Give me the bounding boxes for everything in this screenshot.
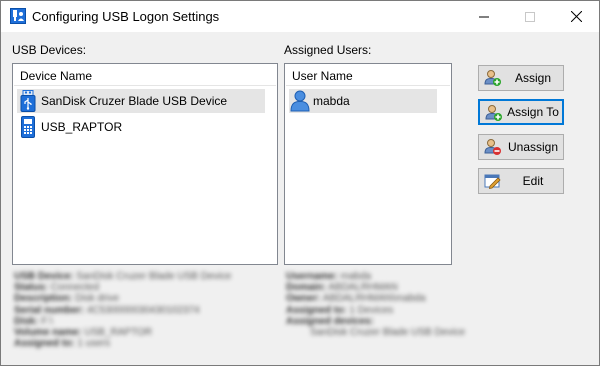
minimize-icon <box>479 16 489 17</box>
user-icon <box>290 90 310 112</box>
assigned-users-list[interactable]: User Name mabda <box>284 63 452 265</box>
device-label: SanDisk Cruzer Blade USB Device <box>41 94 228 108</box>
maximize-icon <box>525 11 535 22</box>
device-row-sandisk[interactable]: SanDisk Cruzer Blade USB Device <box>17 89 265 113</box>
detail-row: Domain: ABDALRHMAN <box>286 282 398 294</box>
detail-row: Status: Connected <box>14 282 100 294</box>
usb-device-icon <box>21 116 35 138</box>
detail-row: Username: mabda <box>286 271 372 282</box>
detail-row: SanDisk Cruzer Blade USB Device <box>310 326 466 338</box>
user-name-header-label: User Name <box>292 69 353 83</box>
user-remove-icon <box>484 139 501 155</box>
usb-drive-icon <box>20 90 36 112</box>
device-label: USB_RAPTOR <box>41 120 123 134</box>
detail-row: USB Device: SanDisk Cruzer Blade USB Dev… <box>14 271 232 282</box>
user-name-column-header[interactable]: User Name <box>286 65 450 86</box>
assign-button-label: Assign <box>514 71 552 85</box>
edit-icon <box>484 174 501 190</box>
unassign-button[interactable]: Unassign <box>478 134 564 160</box>
user-details-panel: Username: mabda Domain: ABDALRHMAN Owner… <box>286 271 465 338</box>
user-row-mabda[interactable]: mabda <box>289 89 437 113</box>
device-details-panel: USB Device: SanDisk Cruzer Blade USB Dev… <box>14 271 231 349</box>
assigned-users-label: Assigned Users: <box>284 43 372 57</box>
edit-button-label: Edit <box>522 174 544 188</box>
user-add-icon <box>485 105 502 121</box>
usb-devices-list[interactable]: Device Name SanDisk Cruzer Blade USB Dev… <box>12 63 278 265</box>
usb-devices-label: USB Devices: <box>12 43 87 57</box>
window-title: Configuring USB Logon Settings <box>32 9 220 24</box>
detail-row: Volume name: USB_RAPTOR <box>14 326 153 338</box>
device-row-usb-raptor[interactable]: USB_RAPTOR <box>17 115 265 139</box>
dialog-window: Configuring USB Logon Settings USB Devic… <box>0 0 600 366</box>
assign-button[interactable]: Assign <box>478 65 564 91</box>
close-button[interactable] <box>553 1 599 32</box>
user-label: mabda <box>313 94 350 108</box>
maximize-button[interactable] <box>507 1 553 32</box>
detail-row: Owner: ABDALRHMAN\mabda <box>286 293 426 305</box>
assign-to-button[interactable]: Assign To <box>478 99 564 125</box>
assign-to-button-label: Assign To <box>507 105 559 119</box>
unassign-button-label: Unassign <box>507 140 559 154</box>
minimize-button[interactable] <box>461 1 507 32</box>
title-bar[interactable]: Configuring USB Logon Settings <box>1 1 599 32</box>
detail-row: Description: Disk drive <box>14 293 120 305</box>
device-name-header-label: Device Name <box>20 69 93 83</box>
detail-row: Assigned devices: <box>286 315 374 327</box>
detail-row: Disk: F:\ <box>14 315 53 327</box>
detail-row: Serial number: 4C530000030430102374 <box>14 304 200 316</box>
app-icon <box>10 8 26 24</box>
close-icon <box>570 11 582 22</box>
edit-button[interactable]: Edit <box>478 168 564 194</box>
detail-row: Assigned to: 1 Devices <box>286 304 394 316</box>
user-add-icon <box>484 70 501 86</box>
device-name-column-header[interactable]: Device Name <box>14 65 276 86</box>
detail-row: Assigned to: 1 users <box>14 338 111 350</box>
